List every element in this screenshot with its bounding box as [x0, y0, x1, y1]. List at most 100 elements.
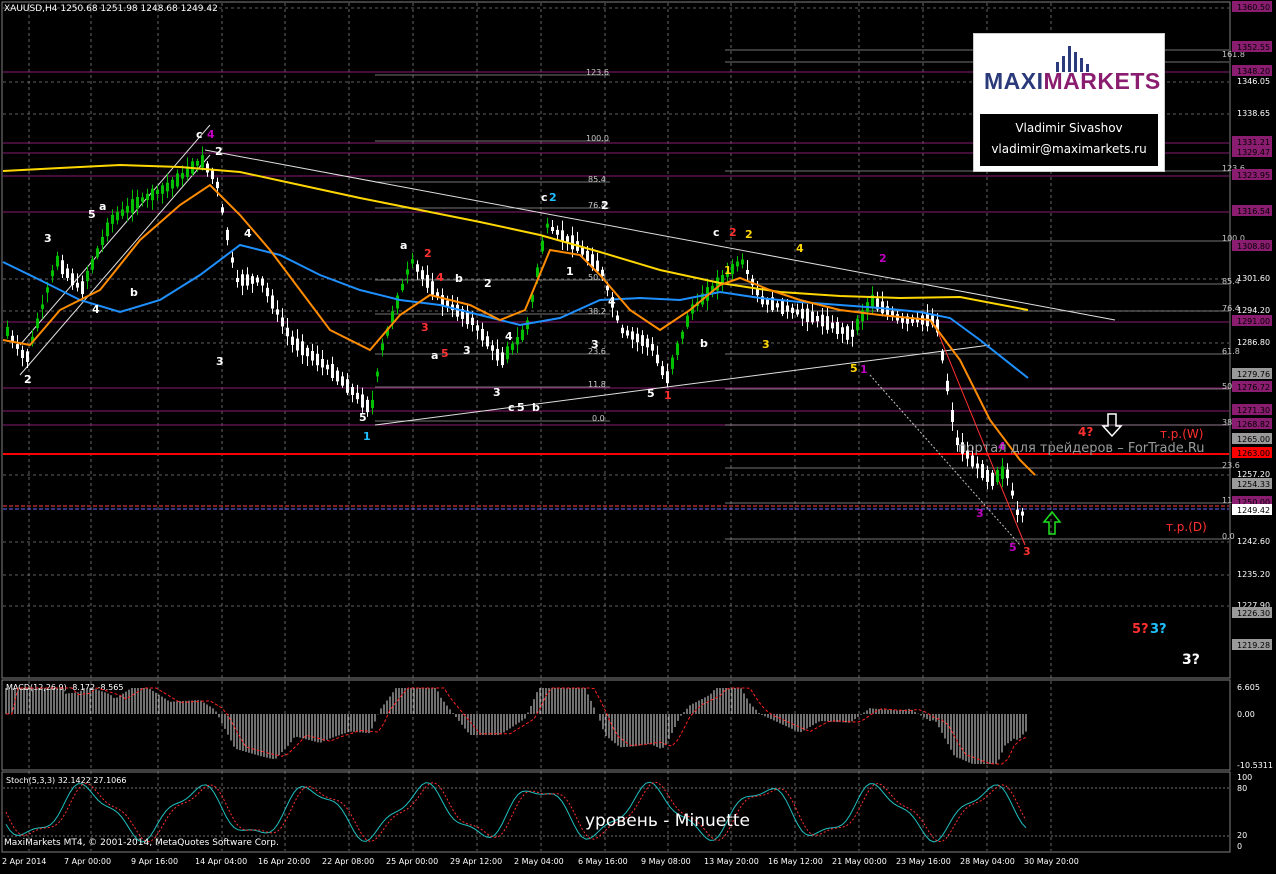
fib-label: 85.4 — [588, 175, 606, 184]
bear-candle — [561, 230, 564, 242]
time-label: 29 Apr 12:00 — [450, 857, 502, 866]
price-label: 1360.50 — [1237, 3, 1270, 12]
bear-candle — [276, 309, 279, 315]
wave-label: b — [700, 337, 708, 350]
wave-label: 5 — [359, 411, 367, 424]
bull-candle — [141, 197, 144, 202]
stoch-level-label: 100 — [1237, 773, 1252, 782]
bear-candle — [816, 316, 819, 322]
wave-label: a — [431, 349, 438, 362]
bear-candle — [361, 394, 364, 408]
tp-d-label: т.р.(D) — [1166, 520, 1207, 534]
wave-label: a — [400, 239, 407, 252]
wave-label: 2 — [424, 247, 432, 260]
bear-candle — [1021, 511, 1024, 516]
bull-candle — [136, 196, 139, 209]
price-label: 1291.00 — [1237, 317, 1270, 326]
bear-candle — [981, 464, 984, 478]
wave-label: 1 — [664, 389, 672, 402]
wave-label: 3 — [493, 386, 501, 399]
bear-candle — [616, 315, 619, 321]
watermark-text: портал для трейдеров – ForTrade.Ru — [958, 441, 1205, 456]
mt4-chart-window[interactable]: 161.8 123.6 100.0 123.6 85.4 76.4 100.0 85.4 76.… — [0, 0, 1276, 870]
bear-candle — [666, 371, 669, 384]
wave-label: 2 — [879, 252, 887, 265]
wave3-target-white: 3? — [1182, 652, 1200, 668]
bull-candle — [41, 304, 44, 309]
price-label: 1219.28 — [1237, 641, 1270, 650]
bear-candle — [766, 299, 769, 305]
wave-label: 4 — [608, 295, 616, 308]
wave3-target-cyan: 3? — [1150, 622, 1167, 637]
stoch-k-line — [5, 781, 1027, 843]
bear-candle — [796, 309, 799, 315]
bear-candle — [941, 351, 944, 361]
brand-logo-a: MAXI — [984, 68, 1044, 94]
macd-pane-border — [1, 679, 1231, 771]
price-label: 1329.47 — [1237, 148, 1270, 157]
stoch-level-label: 0 — [1237, 842, 1242, 851]
wave-label: 2 — [484, 277, 492, 290]
wave-label: 5 — [517, 401, 525, 414]
bull-candle — [856, 318, 859, 331]
bull-candle — [176, 173, 179, 187]
wave-label: 3 — [1023, 545, 1031, 558]
bear-candle — [486, 336, 489, 347]
bear-candle — [16, 344, 19, 349]
trend-lines — [19, 124, 1116, 546]
bull-candle — [506, 346, 509, 360]
bull-candle — [376, 371, 379, 377]
price-label: 1346.05 — [1237, 77, 1270, 86]
dotted-channel — [869, 374, 1021, 546]
bear-candle — [251, 276, 254, 284]
price-label: 1254.33 — [1237, 480, 1270, 489]
price-label: 1226.30 — [1237, 609, 1270, 618]
bear-candle — [821, 314, 824, 327]
bear-candle — [316, 353, 319, 366]
wave-label: b — [455, 272, 463, 285]
bull-candle — [116, 211, 119, 221]
bear-candle — [241, 274, 244, 286]
bull-candle — [131, 199, 134, 213]
wave5-target: 5? — [1132, 622, 1149, 637]
wave-label: 3 — [44, 232, 52, 245]
bull-candle — [371, 399, 374, 409]
candles — [6, 146, 1024, 523]
bear-candle — [571, 235, 574, 250]
bull-candle — [86, 270, 89, 282]
bear-candle — [211, 170, 214, 180]
bull-candle — [126, 205, 129, 213]
wave-label: c — [508, 401, 515, 414]
bear-candle — [351, 387, 354, 395]
macd-bottom-label: -10.5311 — [1237, 761, 1273, 770]
bear-candle — [491, 345, 494, 351]
bear-candle — [826, 316, 829, 330]
bear-candle — [266, 287, 269, 297]
wave-label: 2 — [549, 191, 557, 204]
bear-candle — [621, 327, 624, 334]
fib-label: 38.2 — [588, 307, 606, 316]
macd-top-label: 6.605 — [1237, 683, 1260, 692]
price-label: 1271.30 — [1237, 406, 1270, 415]
bear-candle — [496, 348, 499, 361]
wave-label: 4 — [436, 271, 444, 284]
bear-candle — [986, 470, 989, 482]
bear-candle — [336, 370, 339, 382]
bear-candle — [1011, 490, 1014, 496]
wave-label: 3 — [762, 338, 770, 351]
wave4-target: 4? — [1078, 425, 1093, 439]
stoch-title: Stoch(5,3,3) 32.1422 27.1066 — [6, 776, 126, 785]
time-label: 9 Apr 16:00 — [131, 857, 178, 866]
bear-candle — [951, 410, 954, 422]
bear-candle — [626, 330, 629, 336]
bear-candle — [21, 349, 24, 359]
bear-candle — [291, 336, 294, 345]
time-label: 28 May 04:00 — [960, 857, 1015, 866]
macd-indicator: MACD(12,26,9) -8.172 -8.565 6.6050.00-10.… — [5, 683, 1273, 770]
bear-candle — [426, 274, 429, 288]
fib-label: 61.8 — [1222, 347, 1240, 356]
author-card: Vladimir Sivashov vladimir@maximarkets.r… — [980, 114, 1158, 166]
price-label: 1242.60 — [1237, 537, 1270, 546]
bear-candle — [246, 274, 249, 286]
time-label: 30 May 20:00 — [1024, 857, 1079, 866]
